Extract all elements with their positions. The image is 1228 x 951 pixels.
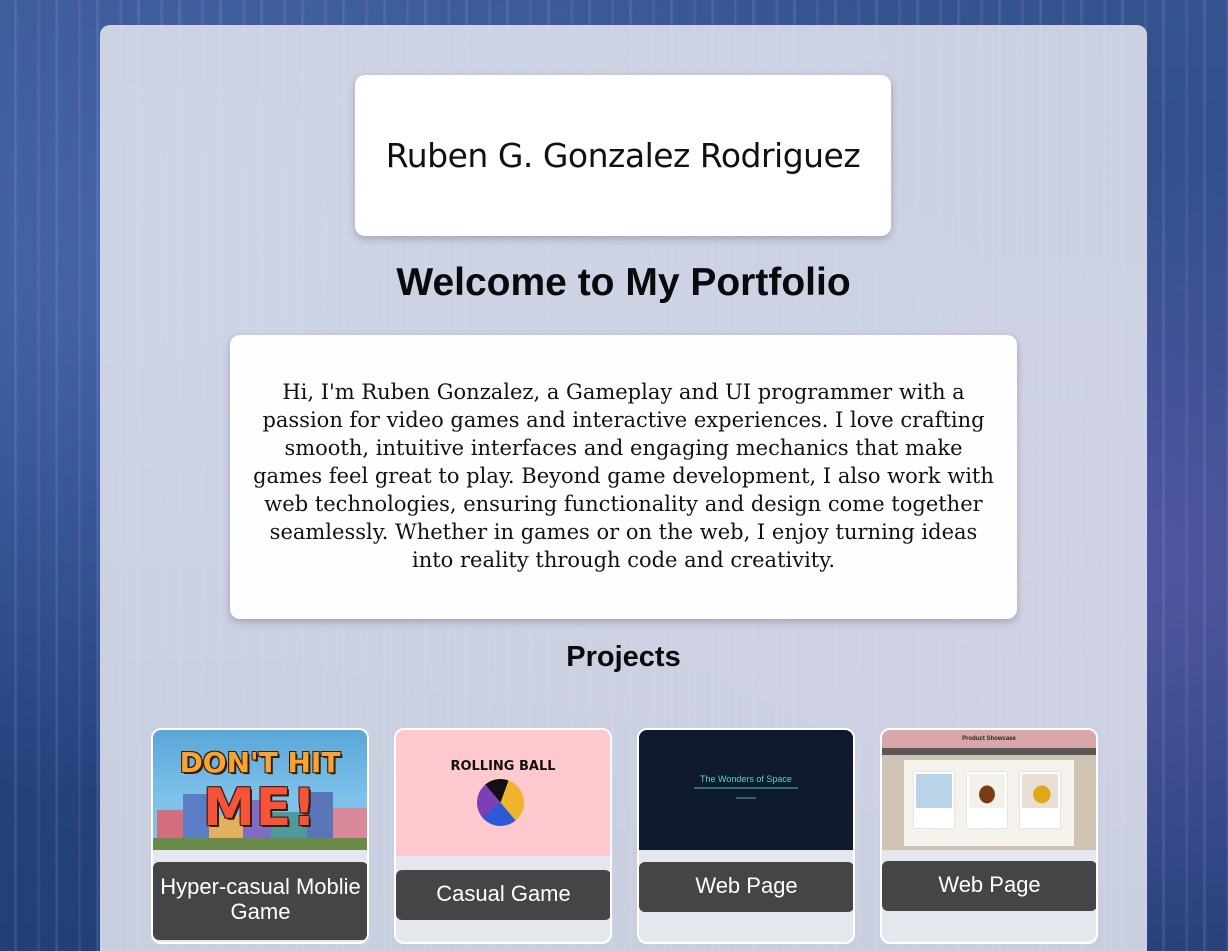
project-label[interactable]: Web Page [882, 861, 1096, 911]
project-card-web-page-products[interactable]: Product Showcase Web Page [880, 728, 1098, 944]
thumbnail-subtitle-line [736, 797, 756, 799]
about-card: Hi, I'm Ruben Gonzalez, a Gameplay and U… [230, 335, 1017, 619]
thumbnail-product-grid [904, 760, 1074, 846]
projects-heading: Projects [566, 641, 681, 673]
author-name: Ruben G. Gonzalez Rodriguez [385, 136, 861, 175]
thumbnail-title: Product Showcase [882, 730, 1096, 748]
name-card: Ruben G. Gonzalez Rodriguez [355, 75, 891, 236]
project-thumbnail[interactable]: Product Showcase [882, 730, 1096, 850]
product-tile [914, 772, 954, 828]
project-thumbnail[interactable]: DON'T HIT ME! [153, 730, 367, 850]
welcome-heading: Welcome to My Portfolio [396, 261, 851, 304]
project-label[interactable]: Web Page [639, 862, 853, 912]
project-label[interactable]: Hyper-casual Moblie Game [153, 862, 367, 940]
ball-logo-icon [477, 779, 524, 826]
thumbnail-title: ROLLING BALL [450, 759, 556, 774]
thumbnail-title: The Wonders of Space [700, 774, 792, 784]
thumbnail-title-line1: DON'T HIT [179, 746, 341, 779]
about-text: Hi, I'm Ruben Gonzalez, a Gameplay and U… [253, 380, 994, 572]
thumbnail-nav-bar [882, 748, 1096, 755]
project-card-hyper-casual[interactable]: DON'T HIT ME! Hyper-casual Moblie Game [151, 728, 369, 944]
product-tile [1020, 772, 1060, 828]
product-tile [967, 772, 1007, 828]
project-label[interactable]: Casual Game [396, 870, 610, 920]
project-card-web-page-space[interactable]: The Wonders of Space Web Page [637, 728, 855, 944]
portfolio-container: Ruben G. Gonzalez Rodriguez Welcome to M… [100, 25, 1147, 951]
project-thumbnail[interactable]: The Wonders of Space [639, 730, 853, 850]
project-thumbnail[interactable]: ROLLING BALL [396, 730, 610, 856]
thumbnail-subtitle-line [694, 787, 798, 789]
thumbnail-title-line2: ME! [203, 778, 317, 838]
project-card-casual-game[interactable]: ROLLING BALL Casual Game [394, 728, 612, 944]
